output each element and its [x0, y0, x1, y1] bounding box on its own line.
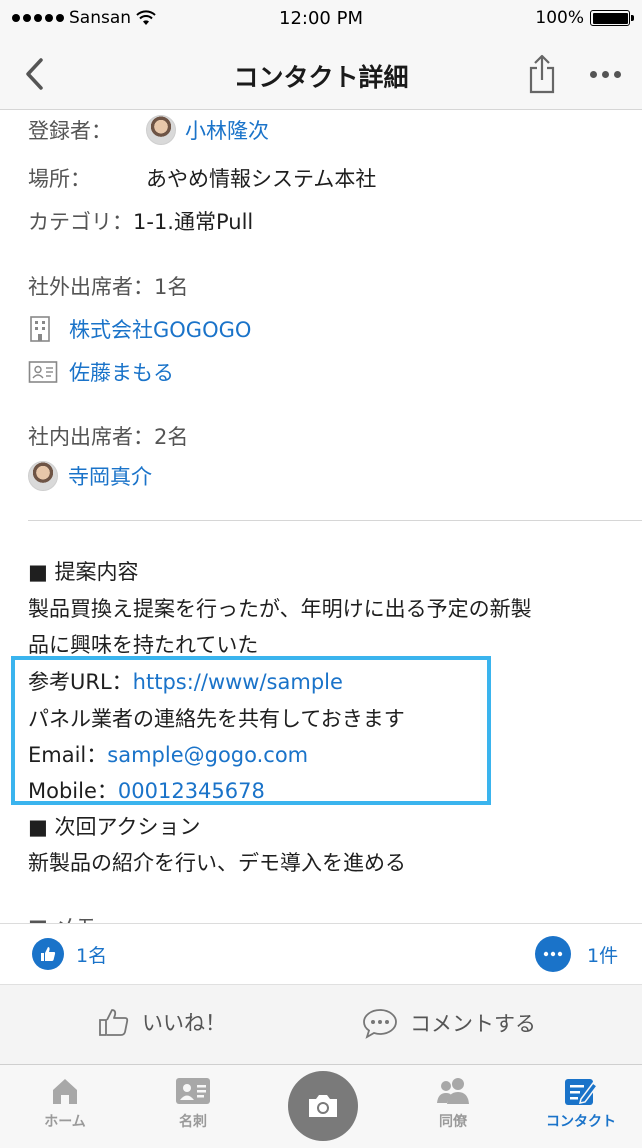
external-person-row[interactable]: 佐藤まもる: [28, 357, 174, 387]
tab-colleagues-label: 同僚: [439, 1114, 467, 1130]
tab-home[interactable]: ホーム: [20, 1075, 110, 1131]
reaction-summary: 1名 1件: [0, 923, 642, 983]
share-icon: [529, 54, 555, 94]
camera-scan-button[interactable]: [288, 1071, 358, 1141]
thumbs-up-icon: [99, 1009, 129, 1036]
like-summary[interactable]: 1名: [32, 938, 107, 970]
like-button-label: いいね！: [142, 1011, 226, 1035]
registrant-label: 登録者：: [28, 119, 112, 143]
category-value: 1-1.通常Pull: [133, 210, 254, 234]
internal-person-link[interactable]: 寺岡真介: [68, 461, 152, 491]
tab-business-cards-label: 名刺: [179, 1114, 207, 1130]
business-card-icon: [176, 1078, 210, 1104]
tab-business-cards[interactable]: 名刺: [148, 1075, 238, 1131]
colleagues-icon: [437, 1078, 469, 1104]
comment-button[interactable]: コメントする: [362, 1007, 536, 1039]
location-row: 場所： あやめ情報システム本社: [28, 163, 376, 193]
battery-info: 100%: [535, 8, 634, 28]
location-label: 場所：: [28, 167, 91, 191]
registrant-name-link[interactable]: 小林隆次: [185, 115, 269, 145]
contact-detail-content[interactable]: 登録者： 小林隆次 場所： あやめ情報システム本社 カテゴリ： 1-1.通常Pu…: [0, 111, 642, 923]
proposal-line-2: 品に興味を持たれていた: [28, 633, 259, 657]
tab-contacts[interactable]: コンタクト: [536, 1075, 626, 1131]
internal-person-row[interactable]: 寺岡真介: [28, 461, 152, 491]
more-options-button[interactable]: [582, 58, 628, 90]
battery-icon: [590, 10, 634, 26]
external-company-link[interactable]: 株式会社GOGOGO: [69, 314, 251, 344]
external-person-link[interactable]: 佐藤まもる: [69, 357, 174, 387]
like-count: 1名: [76, 944, 108, 967]
tab-bar: ホーム 名刺 同僚 コンタクト: [0, 1064, 642, 1148]
business-card-icon: [28, 361, 58, 383]
next-action-heading: ■ 次回アクション: [28, 815, 201, 839]
status-bar: Sansan 12:00 PM 100%: [0, 0, 642, 38]
next-action-line: 新製品の紹介を行い、デモ導入を進める: [28, 851, 406, 875]
share-button[interactable]: [522, 50, 562, 98]
section-divider: [28, 520, 642, 521]
comment-summary-icon: [535, 936, 571, 972]
action-bar: いいね！ コメントする: [0, 984, 642, 1064]
category-label: カテゴリ：: [28, 210, 133, 234]
like-button[interactable]: いいね！: [98, 1007, 226, 1037]
internal-attendees-heading: 社内出席者：2名: [28, 425, 189, 449]
external-attendees-heading: 社外出席者：1名: [28, 275, 189, 299]
proposal-line-1: 製品買換え提案を行ったが、年明けに出る予定の新製: [28, 597, 532, 621]
building-icon: [30, 316, 50, 342]
external-company-row[interactable]: 株式会社GOGOGO: [28, 314, 251, 344]
tab-contacts-label: コンタクト: [546, 1114, 616, 1130]
memo-cutoff-line: ■ メモ: [28, 911, 168, 923]
registrant-row: 登録者： 小林隆次: [28, 115, 269, 145]
comment-count: 1件: [587, 944, 619, 967]
tab-colleagues[interactable]: 同僚: [408, 1075, 498, 1131]
navigation-bar: コンタクト詳細: [0, 38, 642, 110]
registrant-avatar[interactable]: [146, 115, 176, 145]
contact-edit-icon: [565, 1079, 599, 1105]
comment-bubble-icon: [363, 1009, 397, 1039]
battery-percent: 100%: [535, 8, 584, 28]
location-value: あやめ情報システム本社: [146, 167, 377, 191]
comment-button-label: コメントする: [410, 1012, 536, 1036]
highlight-box: [11, 656, 491, 805]
comment-summary[interactable]: 1件: [535, 936, 618, 972]
tab-home-label: ホーム: [44, 1114, 86, 1130]
camera-icon: [309, 1095, 337, 1117]
like-summary-icon: [32, 938, 64, 970]
category-row: カテゴリ： 1-1.通常Pull: [28, 206, 253, 236]
internal-person-avatar[interactable]: [28, 461, 58, 491]
proposal-heading: ■ 提案内容: [28, 560, 139, 584]
more-dots-icon: [589, 70, 597, 78]
home-icon: [53, 1079, 77, 1104]
